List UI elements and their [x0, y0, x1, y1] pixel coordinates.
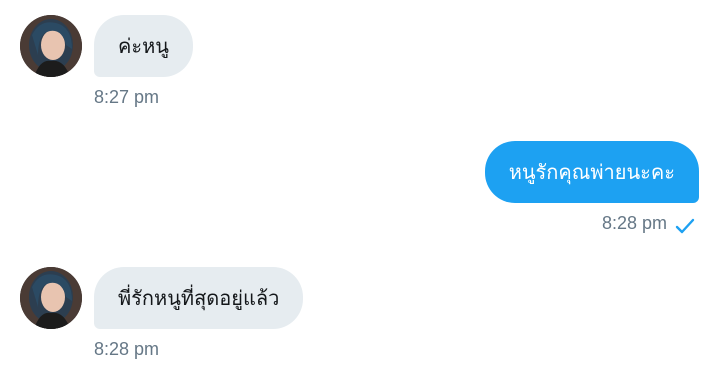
- avatar-photo: [20, 15, 82, 77]
- sender-avatar[interactable]: [20, 15, 82, 77]
- message-timestamp: 8:27 pm: [94, 87, 160, 107]
- message-text: หนูรักคุณพ่ายนะคะ: [508, 160, 675, 184]
- message-bubble[interactable]: พี่รักหนูที่สุดอยู่แล้ว: [94, 267, 304, 329]
- avatar-photo: [20, 267, 82, 329]
- message-timestamp: 8:28 pm: [94, 339, 160, 359]
- message-text: พี่รักหนูที่สุดอยู่แล้ว: [118, 286, 280, 310]
- message-bubble[interactable]: หนูรักคุณพ่ายนะคะ: [484, 141, 699, 203]
- message-bubble[interactable]: ค่ะหนู: [94, 15, 193, 77]
- checkmark-icon: [675, 218, 695, 234]
- message-timestamp: 8:28 pm: [601, 213, 667, 233]
- message-text: ค่ะหนู: [118, 34, 169, 58]
- sender-avatar[interactable]: [20, 267, 82, 329]
